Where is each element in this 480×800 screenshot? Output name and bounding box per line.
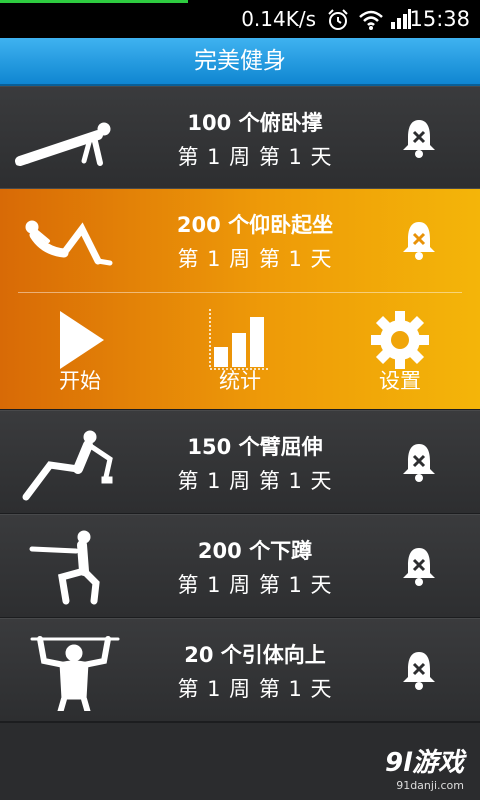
- exercise-row-pushups[interactable]: 100 个俯卧撑 第 1 周 第 1 天: [0, 86, 480, 191]
- exercise-progress: 第 1 周 第 1 天: [177, 247, 333, 271]
- situp-figure-icon: [25, 220, 113, 266]
- divider: [18, 292, 462, 293]
- play-icon: [60, 311, 104, 369]
- app-title: 完美健身: [194, 48, 286, 74]
- gear-icon: [371, 311, 429, 369]
- stats-label: 统计: [219, 369, 261, 393]
- exercise-row-situps-expanded[interactable]: 200 个仰卧起坐 第 1 周 第 1 天 开始 统计 设置: [0, 188, 480, 411]
- alarm-off-bell-icon[interactable]: [400, 219, 438, 261]
- alarm-off-bell-icon[interactable]: [400, 117, 438, 159]
- watermark: 9l游戏 91danji.com: [385, 742, 464, 792]
- exercise-row-squats[interactable]: 200 个下蹲 第 1 周 第 1 天: [0, 514, 480, 619]
- start-button[interactable]: 开始: [20, 309, 140, 399]
- exercise-title: 100 个俯卧撑: [187, 111, 323, 135]
- settings-button[interactable]: 设置: [340, 309, 460, 399]
- squat-figure-icon: [29, 530, 100, 605]
- alarm-off-bell-icon[interactable]: [400, 649, 438, 691]
- exercise-progress: 第 1 周 第 1 天: [177, 469, 333, 493]
- exercise-title: 20 个引体向上: [184, 643, 326, 667]
- status-bar: 0.14K/s 15:38: [0, 0, 480, 38]
- settings-label: 设置: [379, 369, 421, 393]
- watermark-url: 91danji.com: [396, 779, 464, 792]
- app-title-bar: 完美健身: [0, 38, 480, 86]
- alarm-off-bell-icon[interactable]: [400, 441, 438, 483]
- wifi-icon: [359, 10, 383, 30]
- clock: 15:38: [409, 7, 470, 31]
- stats-button[interactable]: 统计: [180, 309, 300, 399]
- exercise-title: 200 个下蹲: [197, 539, 313, 563]
- exercise-row-pullups[interactable]: 20 个引体向上 第 1 周 第 1 天: [0, 618, 480, 723]
- download-progress-bar: [0, 0, 188, 3]
- exercise-row-dips[interactable]: 150 个臂屈伸 第 1 周 第 1 天: [0, 410, 480, 515]
- pushup-figure-icon: [15, 122, 111, 166]
- exercise-title: 150 个臂屈伸: [187, 435, 323, 459]
- dips-figure-icon: [22, 430, 113, 501]
- exercise-progress: 第 1 周 第 1 天: [177, 573, 333, 597]
- exercise-title: 200 个仰卧起坐: [176, 213, 334, 237]
- alarm-off-bell-icon[interactable]: [400, 545, 438, 587]
- network-speed: 0.14K/s: [241, 7, 316, 31]
- watermark-logo: 9l游戏: [384, 748, 464, 778]
- exercise-progress: 第 1 周 第 1 天: [177, 145, 333, 169]
- bar-chart-icon: [209, 309, 270, 370]
- pullup-figure-icon: [30, 636, 120, 711]
- alarm-icon: [328, 9, 348, 30]
- exercise-progress: 第 1 周 第 1 天: [177, 677, 333, 701]
- start-label: 开始: [59, 369, 101, 393]
